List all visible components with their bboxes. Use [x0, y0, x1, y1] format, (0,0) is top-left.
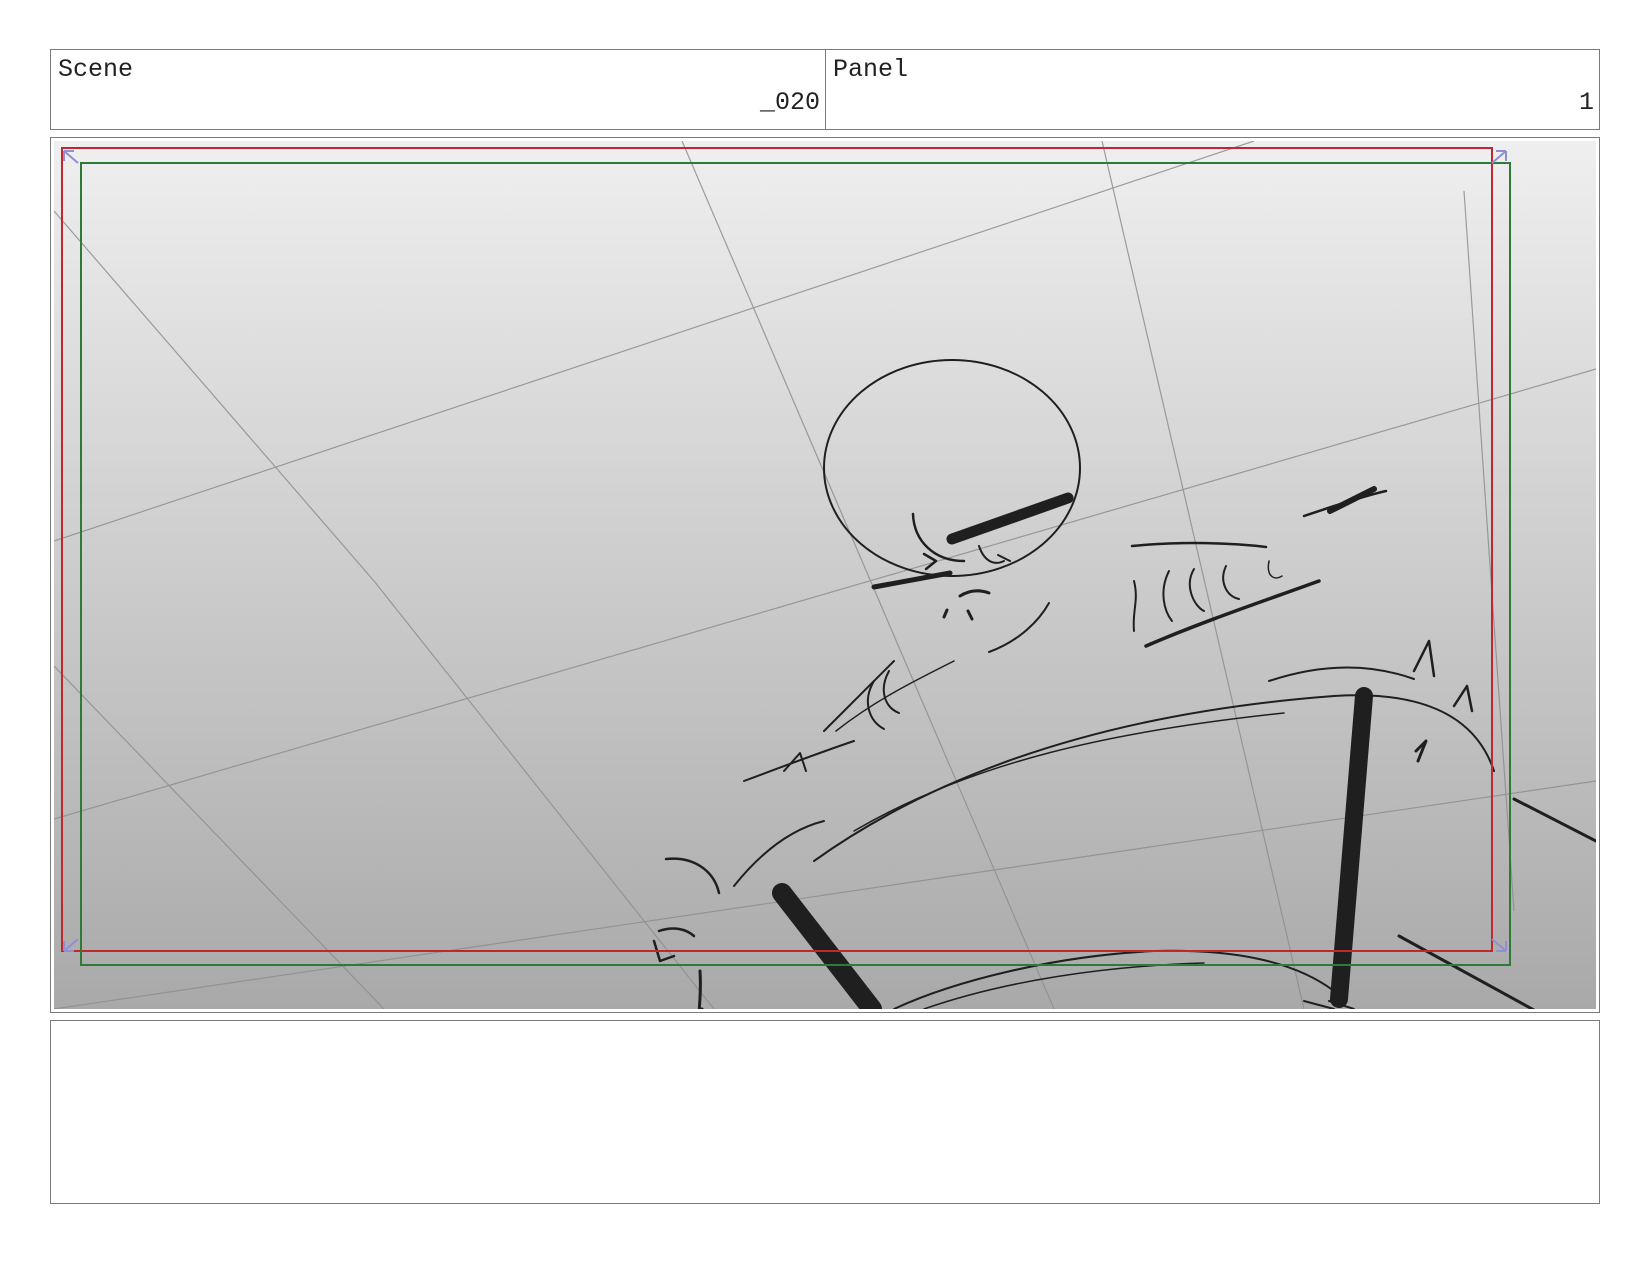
- notes-box: [50, 1020, 1600, 1204]
- scene-number: _020: [759, 88, 820, 117]
- sketch-background: [54, 141, 1596, 1009]
- panel-number: 1: [1578, 88, 1594, 117]
- panel-header: Scene _020 Panel 1: [50, 49, 1600, 130]
- panel-cell: Panel 1: [826, 50, 1599, 129]
- panel-label: Panel: [833, 55, 909, 84]
- storyboard-frame: [50, 137, 1600, 1013]
- storyboard-drawing: [54, 141, 1596, 1009]
- scene-cell: Scene _020: [51, 50, 826, 129]
- scene-label: Scene: [58, 55, 134, 84]
